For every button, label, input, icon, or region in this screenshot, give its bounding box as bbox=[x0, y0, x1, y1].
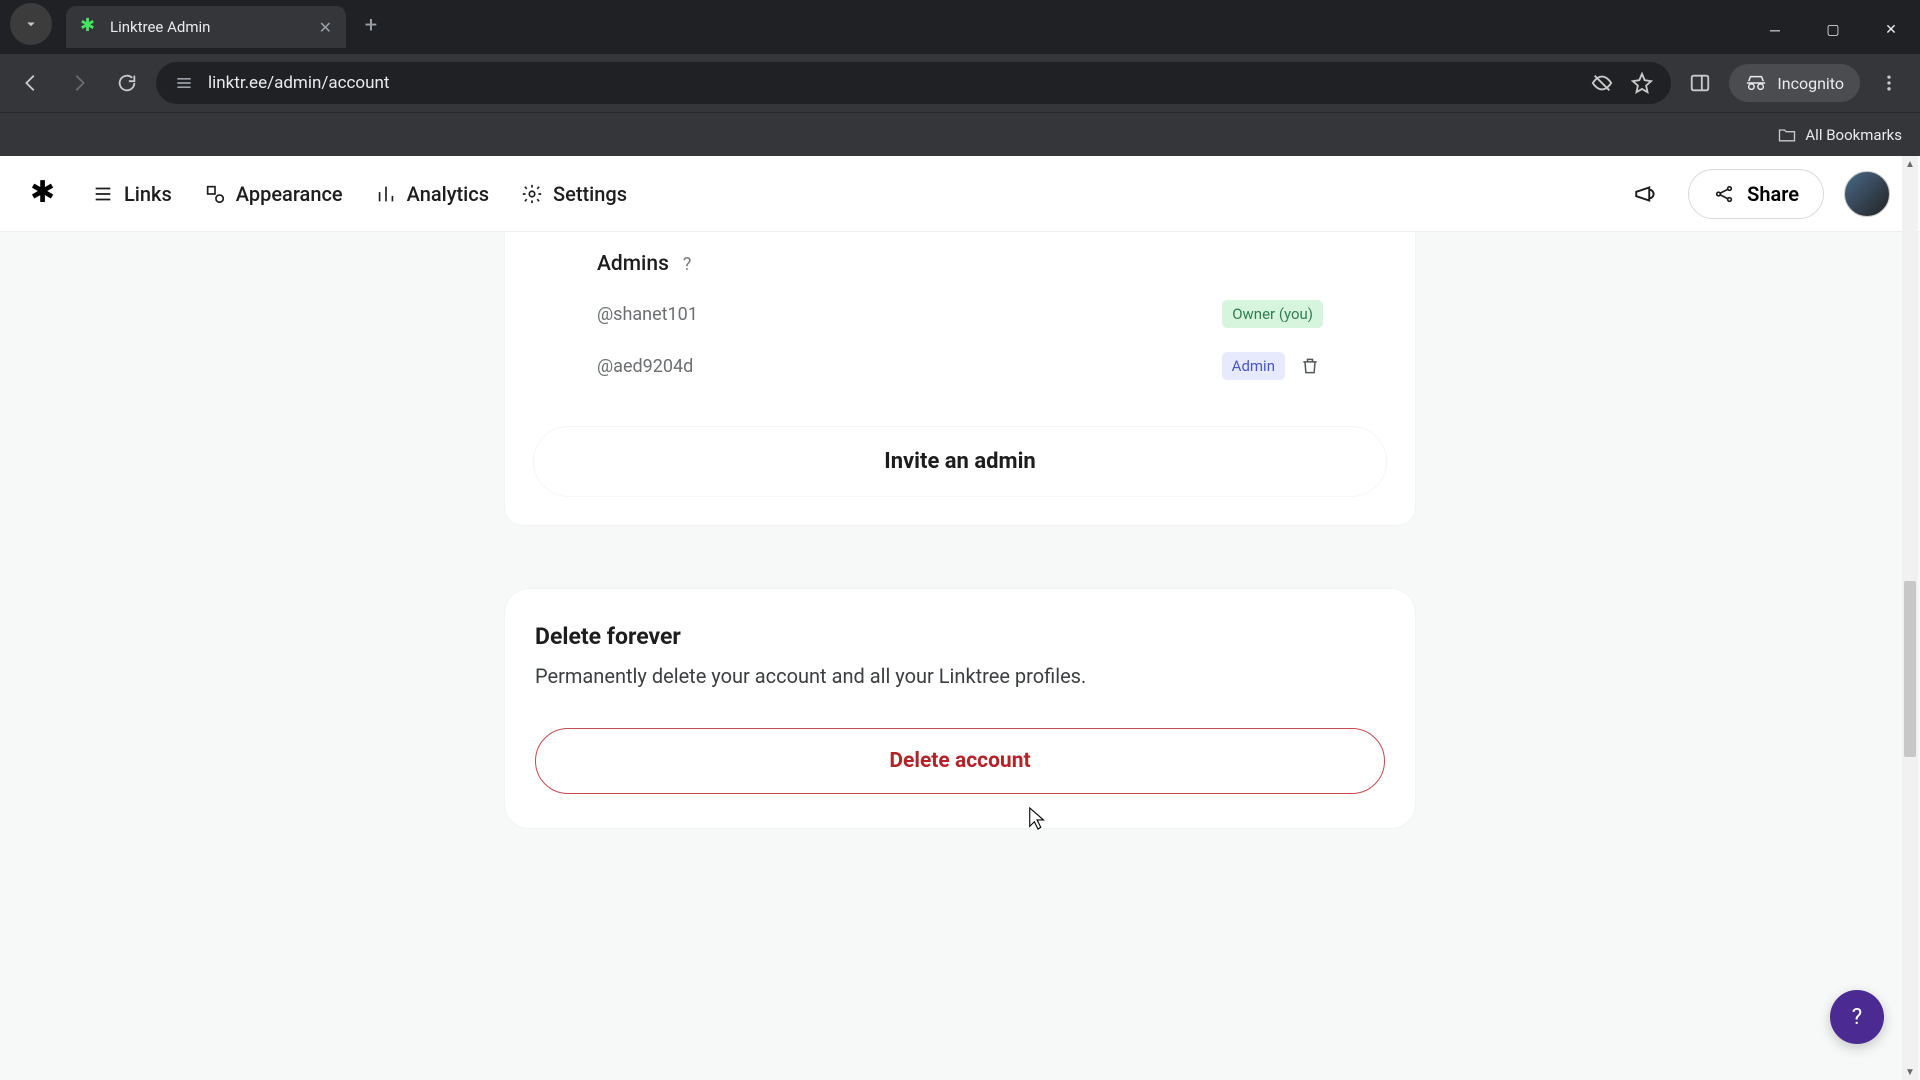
nav-analytics[interactable]: Analytics bbox=[375, 182, 489, 206]
nav-appearance[interactable]: Appearance bbox=[204, 182, 343, 206]
nav-links[interactable]: Links bbox=[92, 182, 172, 206]
linktree-admin-page: ✱ Links Appearance Analytics bbox=[0, 156, 1920, 1080]
header-right: Share bbox=[1624, 169, 1890, 219]
titlebar: ✱ Linktree Admin ✕ + ─ ▢ ✕ bbox=[0, 0, 1920, 54]
share-label: Share bbox=[1747, 182, 1799, 206]
back-button[interactable] bbox=[12, 64, 50, 102]
main-nav: Links Appearance Analytics Settings bbox=[92, 182, 627, 206]
vertical-scrollbar[interactable]: ▲ ▼ bbox=[1902, 156, 1918, 1080]
bookmarks-bar: All Bookmarks bbox=[0, 112, 1920, 156]
delete-title: Delete forever bbox=[535, 623, 1385, 650]
nav-links-label: Links bbox=[124, 182, 172, 206]
reload-button[interactable] bbox=[108, 64, 146, 102]
scroll-up-arrow-icon[interactable]: ▲ bbox=[1902, 156, 1918, 172]
tab-strip: ✱ Linktree Admin ✕ + bbox=[0, 0, 388, 54]
help-fab-button[interactable]: ? bbox=[1830, 990, 1884, 1044]
megaphone-icon bbox=[1633, 181, 1659, 207]
delete-account-card: Delete forever Permanently delete your a… bbox=[505, 589, 1415, 828]
page-viewport: ✱ Links Appearance Analytics bbox=[0, 156, 1920, 1080]
all-bookmarks-label: All Bookmarks bbox=[1805, 126, 1902, 144]
role-badge-admin: Admin bbox=[1222, 352, 1285, 380]
browser-tab[interactable]: ✱ Linktree Admin ✕ bbox=[66, 6, 346, 48]
side-panel-button[interactable] bbox=[1681, 64, 1719, 102]
help-fab-label: ? bbox=[1852, 1005, 1862, 1030]
address-bar[interactable]: linktr.ee/admin/account bbox=[156, 62, 1671, 104]
invite-admin-label: Invite an admin bbox=[884, 449, 1035, 474]
new-tab-button[interactable]: + bbox=[354, 8, 388, 42]
tab-title: Linktree Admin bbox=[110, 18, 309, 36]
gear-icon bbox=[521, 183, 543, 205]
browser-toolbar: linktr.ee/admin/account Incognito bbox=[0, 54, 1920, 112]
site-settings-icon[interactable] bbox=[174, 73, 194, 93]
app-header: ✱ Links Appearance Analytics bbox=[0, 156, 1920, 232]
favicon-icon: ✱ bbox=[80, 17, 100, 37]
admins-help-icon[interactable]: ? bbox=[683, 254, 692, 275]
eye-off-icon[interactable] bbox=[1591, 72, 1613, 94]
tab-search-button[interactable] bbox=[10, 3, 52, 45]
admins-heading-row: Admins ? bbox=[533, 236, 1387, 288]
browser-menu-button[interactable] bbox=[1870, 64, 1908, 102]
incognito-label: Incognito bbox=[1777, 74, 1844, 93]
remove-admin-button[interactable] bbox=[1297, 353, 1323, 379]
maximize-button[interactable]: ▢ bbox=[1804, 6, 1862, 54]
share-button[interactable]: Share bbox=[1688, 169, 1824, 219]
nav-settings-label: Settings bbox=[553, 182, 627, 206]
scroll-down-arrow-icon[interactable]: ▼ bbox=[1902, 1064, 1918, 1080]
avatar[interactable] bbox=[1844, 171, 1890, 217]
delete-description: Permanently delete your account and all … bbox=[535, 664, 1385, 688]
minimize-button[interactable]: ─ bbox=[1746, 6, 1804, 54]
linktree-logo-icon[interactable]: ✱ bbox=[30, 178, 62, 210]
trash-icon bbox=[1300, 356, 1320, 376]
delete-account-button[interactable]: Delete account bbox=[535, 728, 1385, 794]
shapes-icon bbox=[204, 183, 226, 205]
addr-icons bbox=[1591, 72, 1653, 94]
content-scroll[interactable]: Admins ? @shanet101 Owner (you) @aed9204… bbox=[0, 232, 1920, 1080]
bar-chart-icon bbox=[375, 183, 397, 205]
admins-card: Admins ? @shanet101 Owner (you) @aed9204… bbox=[505, 232, 1415, 525]
url-text: linktr.ee/admin/account bbox=[208, 73, 1577, 93]
admin-row: @shanet101 Owner (you) bbox=[533, 288, 1387, 340]
forward-button[interactable] bbox=[60, 64, 98, 102]
incognito-chip[interactable]: Incognito bbox=[1729, 64, 1860, 102]
all-bookmarks-button[interactable]: All Bookmarks bbox=[1777, 125, 1902, 145]
invite-admin-button[interactable]: Invite an admin bbox=[533, 426, 1387, 497]
nav-appearance-label: Appearance bbox=[236, 182, 343, 206]
admin-row: @aed9204d Admin bbox=[533, 340, 1387, 392]
role-badge-owner: Owner (you) bbox=[1222, 300, 1323, 328]
delete-account-label: Delete account bbox=[889, 749, 1030, 773]
nav-settings[interactable]: Settings bbox=[521, 182, 627, 206]
star-icon[interactable] bbox=[1631, 72, 1653, 94]
close-window-button[interactable]: ✕ bbox=[1862, 6, 1920, 54]
admin-username: @aed9204d bbox=[597, 356, 693, 377]
announcements-button[interactable] bbox=[1624, 172, 1668, 216]
browser-window: ✱ Linktree Admin ✕ + ─ ▢ ✕ linktr.ee/adm… bbox=[0, 0, 1920, 1080]
admins-title: Admins bbox=[597, 252, 669, 276]
scrollbar-thumb[interactable] bbox=[1904, 581, 1916, 757]
list-icon bbox=[92, 183, 114, 205]
window-controls: ─ ▢ ✕ bbox=[1746, 6, 1920, 54]
nav-analytics-label: Analytics bbox=[407, 182, 489, 206]
content-inner: Admins ? @shanet101 Owner (you) @aed9204… bbox=[505, 232, 1415, 908]
share-icon bbox=[1713, 183, 1735, 205]
admin-username: @shanet101 bbox=[597, 304, 698, 325]
tab-close-icon[interactable]: ✕ bbox=[319, 18, 332, 37]
